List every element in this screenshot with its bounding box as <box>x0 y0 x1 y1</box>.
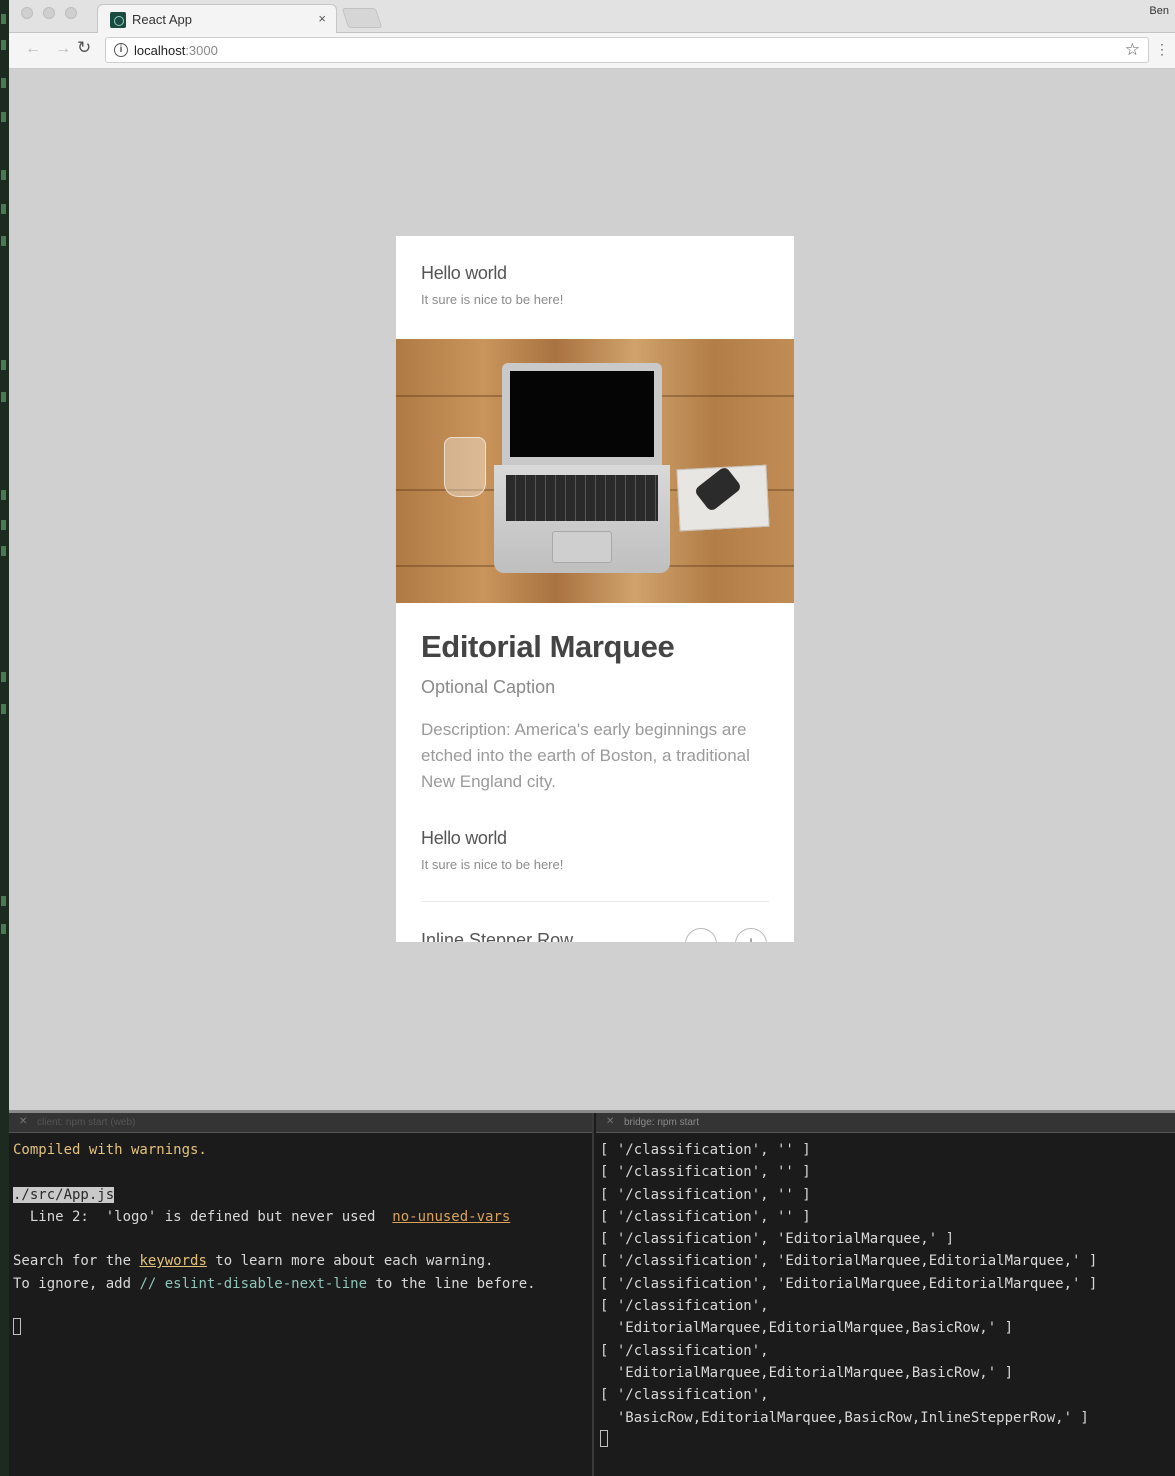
eslint-disable-comment: // eslint-disable-next-line <box>139 1275 368 1292</box>
editor-edge-strip <box>0 0 9 1476</box>
log-line: [ '/classification', <box>600 1342 769 1359</box>
stepper-minus-button[interactable]: − <box>685 928 717 942</box>
inline-stepper-label: Inline Stepper Row <box>421 930 574 942</box>
keywords-link[interactable]: keywords <box>139 1253 206 1269</box>
log-line: 'EditorialMarquee,EditorialMarquee,Basic… <box>600 1364 1014 1381</box>
minimize-window-button[interactable] <box>43 7 55 19</box>
log-line: 'EditorialMarquee,EditorialMarquee,Basic… <box>600 1320 1014 1337</box>
basic-row-subtitle: It sure is nice to be here! <box>421 292 564 307</box>
editorial-marquee-description: Description: America's early beginnings … <box>421 720 750 791</box>
log-line: [ '/classification', <box>600 1387 769 1404</box>
glass-icon <box>444 437 486 497</box>
log-line: [ '/classification', 'EditorialMarquee,'… <box>600 1231 955 1248</box>
log-line: [ '/classification', '' ] <box>600 1164 811 1181</box>
log-line: 'BasicRow,EditorialMarquee,BasicRow,Inli… <box>600 1409 1089 1426</box>
log-line: [ '/classification', '' ] <box>600 1208 811 1225</box>
basic-row-title: Hello world <box>421 828 507 848</box>
log-line: [ '/classification', 'EditorialMarquee,E… <box>600 1253 1098 1270</box>
terminal-pane-header: ✕ client: npm start (web) <box>9 1113 592 1133</box>
info-icon[interactable]: i <box>114 43 128 57</box>
react-favicon-icon <box>110 12 126 28</box>
terminal-area: ✕ client: npm start (web) Compiled with … <box>9 1110 1175 1476</box>
terminal-pane-client[interactable]: ✕ client: npm start (web) Compiled with … <box>9 1113 594 1476</box>
terminal-output: [ '/classification', '' ] [ '/classificat… <box>596 1133 1175 1457</box>
log-line: [ '/classification', <box>600 1298 769 1315</box>
editorial-marquee-caption: Optional Caption <box>421 677 556 697</box>
basic-row-title: Hello world <box>421 263 507 283</box>
address-bar[interactable]: i localhost:3000 ☆ <box>105 37 1149 63</box>
log-line: [ '/classification', '' ] <box>600 1186 811 1203</box>
laptop-icon <box>502 363 662 465</box>
new-tab-button[interactable] <box>341 8 383 28</box>
reload-icon[interactable]: ↻ <box>77 38 91 58</box>
tab-title: React App <box>132 12 192 27</box>
log-line: [ '/classification', 'EditorialMarquee,E… <box>600 1275 1098 1292</box>
basic-row-subtitle: It sure is nice to be here! <box>421 857 564 872</box>
stepper-plus-button[interactable]: + <box>735 928 767 942</box>
tab-strip: React App × Ben <box>9 0 1175 34</box>
url-text: localhost:3000 <box>134 43 218 58</box>
terminal-cursor <box>13 1318 21 1336</box>
forward-arrow-icon[interactable]: → <box>55 40 71 58</box>
menu-dots-icon[interactable]: ⋮ <box>1155 41 1169 58</box>
pane-close-icon[interactable]: ✕ <box>606 1116 614 1127</box>
browser-toolbar: ← → ↻ i localhost:3000 ☆ ⋮ <box>9 33 1175 69</box>
terminal-pane-header: ✕ bridge: npm start <box>596 1113 1175 1133</box>
tab-close-icon[interactable]: × <box>318 11 326 26</box>
pane-title: bridge: npm start <box>624 1117 700 1128</box>
row-divider <box>421 901 769 902</box>
close-window-button[interactable] <box>21 7 33 19</box>
window-controls <box>21 7 77 19</box>
zoom-window-button[interactable] <box>65 7 77 19</box>
terminal-pane-bridge[interactable]: ✕ bridge: npm start [ '/classification',… <box>596 1113 1175 1476</box>
browser-window: React App × Ben ← → ↻ i localhost:3000 ☆… <box>9 0 1175 1110</box>
phone-preview-card: Hello world It sure is nice to be here! … <box>396 236 794 942</box>
warning-file: ./src/App.js <box>13 1186 115 1203</box>
warning-message: 'logo' is defined but never used <box>105 1208 393 1225</box>
log-line: [ '/classification', '' ] <box>600 1142 811 1158</box>
pane-close-icon[interactable]: ✕ <box>19 1116 27 1127</box>
back-arrow-icon[interactable]: ← <box>25 40 41 58</box>
laptop-desk-image <box>396 339 794 603</box>
pane-title: client: npm start (web) <box>37 1117 136 1128</box>
bookmark-star-icon[interactable]: ☆ <box>1125 40 1140 60</box>
terminal-output: Compiled with warnings. ./src/App.js Line… <box>9 1133 592 1346</box>
editorial-marquee-title: Editorial Marquee <box>421 629 675 664</box>
profile-name[interactable]: Ben <box>1149 5 1169 17</box>
terminal-cursor <box>600 1429 608 1447</box>
compiled-message: Compiled with warnings. <box>13 1142 207 1158</box>
tab-react-app[interactable]: React App × <box>97 4 337 34</box>
basic-row: Hello world It sure is nice to be here! <box>421 828 563 872</box>
eslint-rule-link[interactable]: no-unused-vars <box>392 1209 510 1225</box>
basic-row: Hello world It sure is nice to be here! <box>421 263 563 307</box>
